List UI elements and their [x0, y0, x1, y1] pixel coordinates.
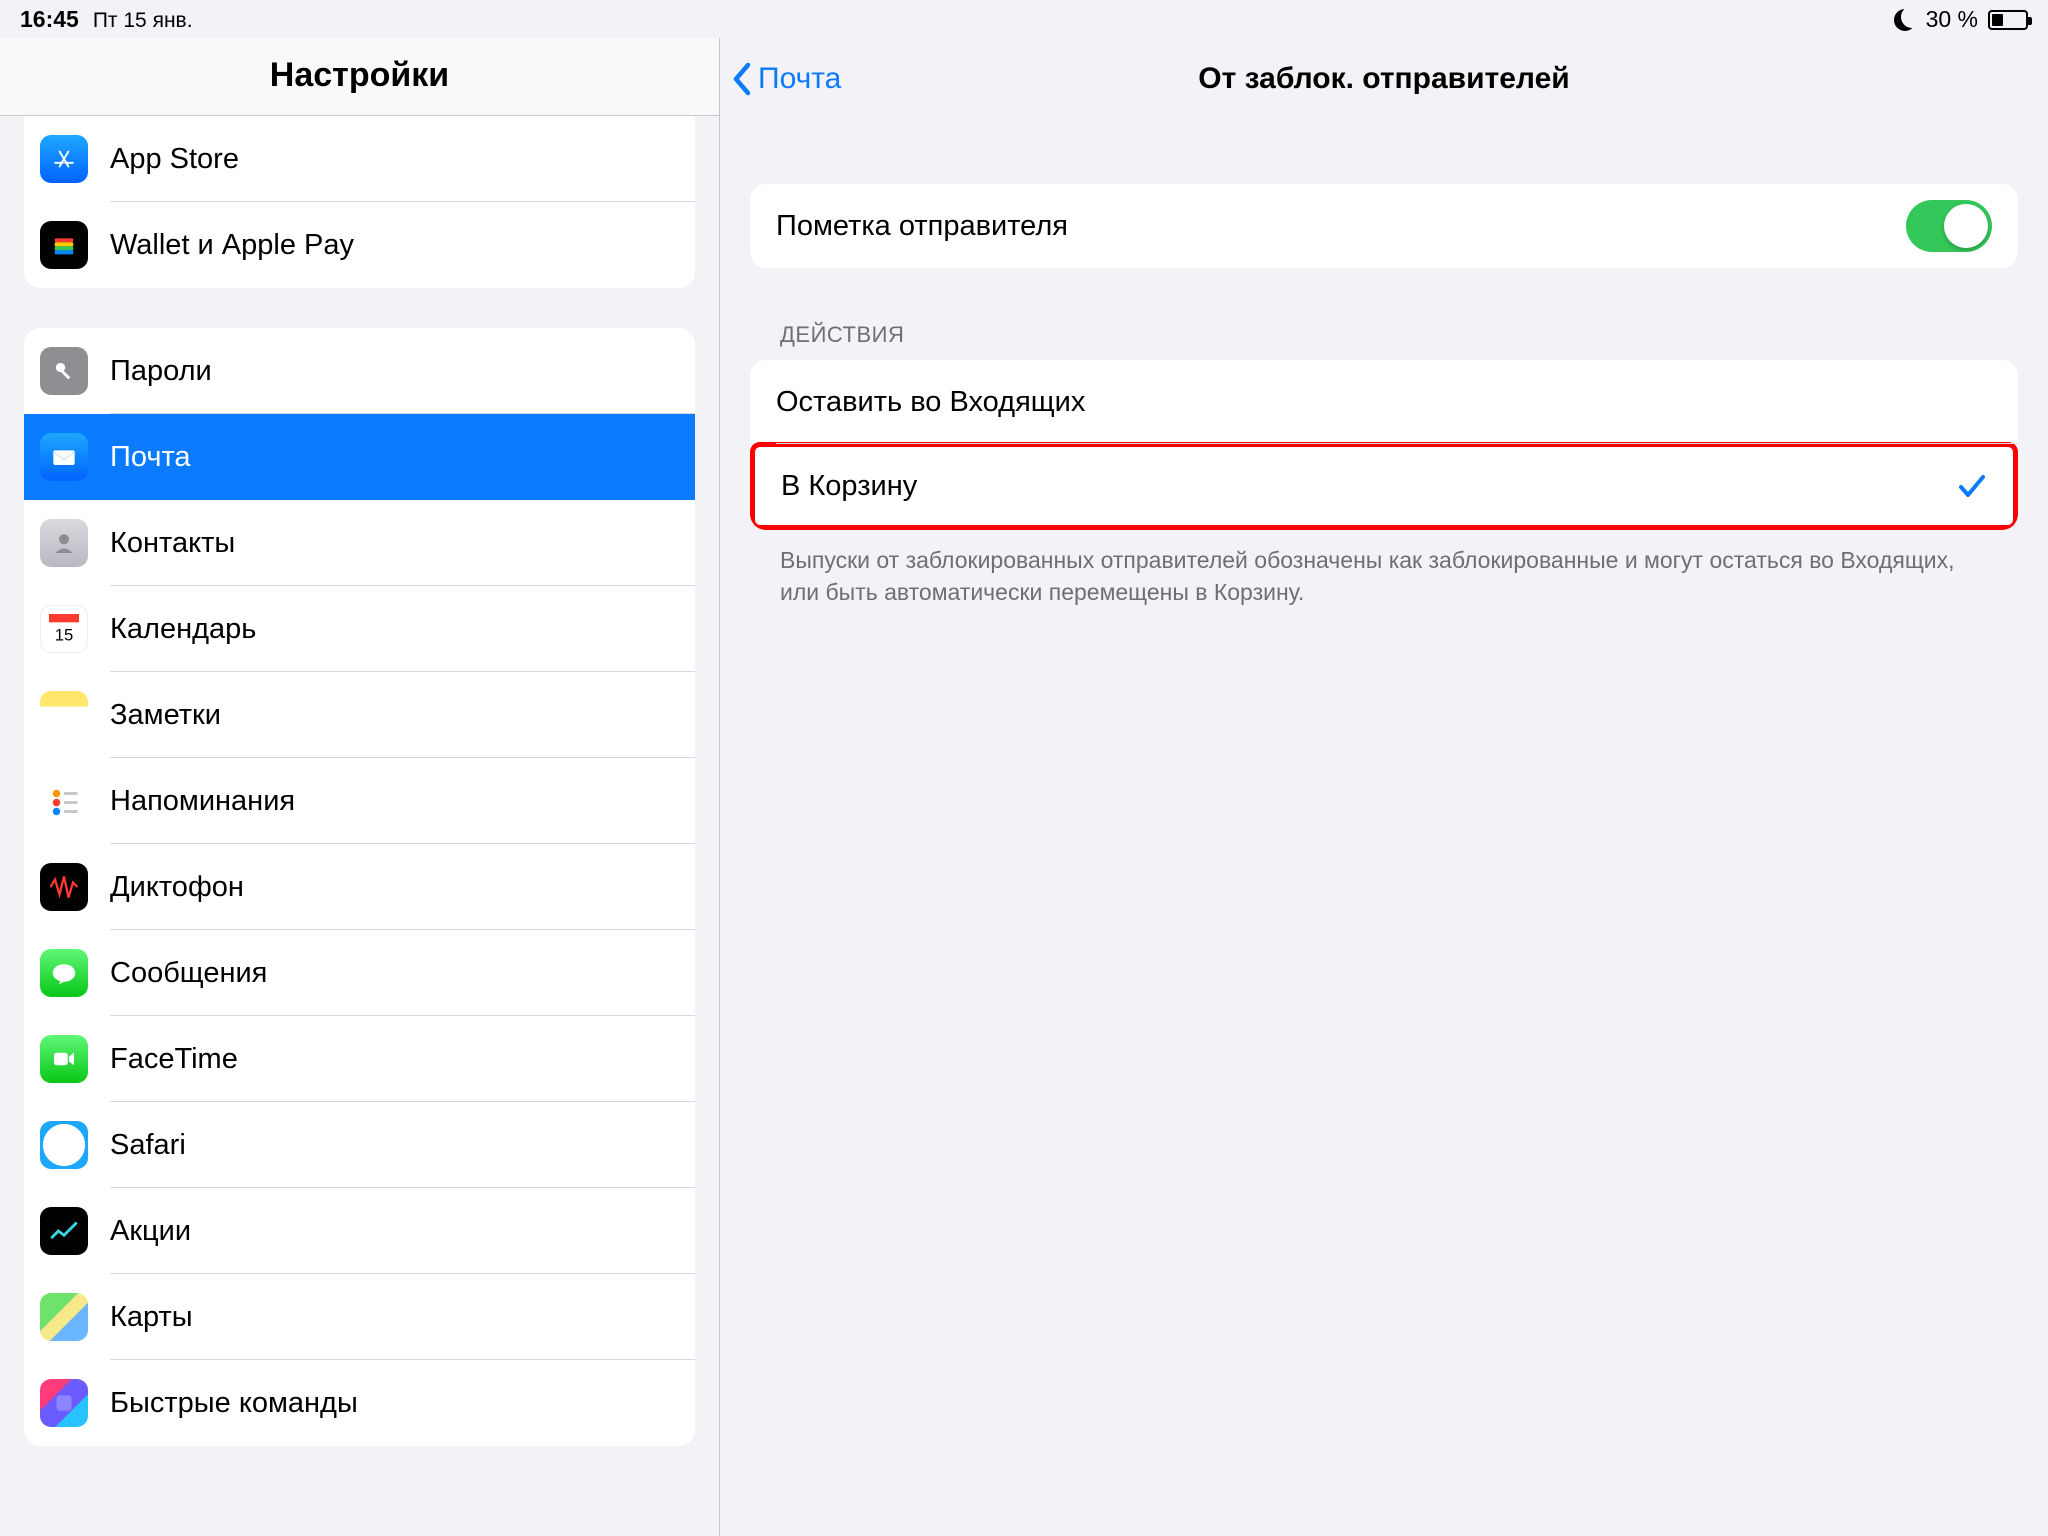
- battery-percent: 30 %: [1926, 6, 1978, 33]
- detail-header: Почта От заблок. отправителей: [720, 38, 2048, 120]
- key-icon: [40, 347, 88, 395]
- back-button[interactable]: Почта: [730, 61, 841, 97]
- sidebar-group-apps: Пароли Почта Контакты: [24, 328, 695, 1446]
- sidebar-item-label: FaceTime: [110, 1043, 238, 1076]
- sidebar-item-label: Диктофон: [110, 871, 244, 904]
- messages-icon: [40, 949, 88, 997]
- battery-icon: [1988, 10, 2028, 30]
- sidebar-item-label: Быстрые команды: [110, 1387, 358, 1420]
- sidebar-item-label: Safari: [110, 1129, 186, 1162]
- sidebar: Настройки App Store Wallet и App: [0, 38, 720, 1536]
- sidebar-item-mail[interactable]: Почта: [24, 414, 695, 500]
- sidebar-item-label: Сообщения: [110, 957, 267, 990]
- row-move-to-trash[interactable]: В Корзину: [755, 447, 2013, 525]
- sidebar-item-label: Wallet и Apple Pay: [110, 229, 354, 262]
- sidebar-title: Настройки: [0, 38, 719, 116]
- safari-icon: [40, 1121, 88, 1169]
- row-label: Оставить во Входящих: [776, 386, 1085, 419]
- sidebar-item-label: Календарь: [110, 613, 256, 646]
- sidebar-item-shortcuts[interactable]: Быстрые команды: [24, 1360, 695, 1446]
- row-label: Пометка отправителя: [776, 210, 1068, 243]
- sidebar-item-contacts[interactable]: Контакты: [24, 500, 695, 586]
- wallet-icon: [40, 221, 88, 269]
- sidebar-item-label: Карты: [110, 1301, 193, 1334]
- sidebar-item-label: Акции: [110, 1215, 191, 1248]
- status-bar: 16:45 Пт 15 янв. 30 %: [0, 0, 2048, 38]
- sidebar-item-notes[interactable]: Заметки: [24, 672, 695, 758]
- notes-icon: [40, 691, 88, 739]
- detail-pane: Почта От заблок. отправителей Пометка от…: [720, 38, 2048, 1536]
- sidebar-item-reminders[interactable]: Напоминания: [24, 758, 695, 844]
- sidebar-item-safari[interactable]: Safari: [24, 1102, 695, 1188]
- sidebar-item-messages[interactable]: Сообщения: [24, 930, 695, 1016]
- sidebar-item-label: Заметки: [110, 699, 221, 732]
- sidebar-item-label: Напоминания: [110, 785, 295, 818]
- section-header-actions: ДЕЙСТВИЯ: [750, 268, 2018, 360]
- row-mark-sender[interactable]: Пометка отправителя: [750, 184, 2018, 268]
- sidebar-item-passwords[interactable]: Пароли: [24, 328, 695, 414]
- mail-icon: [40, 433, 88, 481]
- chevron-left-icon: [730, 61, 752, 97]
- highlight-trash-option: В Корзину: [750, 442, 2018, 530]
- group-actions: Оставить во Входящих В Корзину: [750, 360, 2018, 530]
- sidebar-item-label: Контакты: [110, 527, 235, 560]
- sidebar-item-voice-memos[interactable]: Диктофон: [24, 844, 695, 930]
- row-label: В Корзину: [781, 470, 917, 503]
- sidebar-item-appstore[interactable]: App Store: [24, 116, 695, 202]
- sidebar-item-calendar[interactable]: 15 Календарь: [24, 586, 695, 672]
- calendar-icon: 15: [40, 605, 88, 653]
- sidebar-item-stocks[interactable]: Акции: [24, 1188, 695, 1274]
- stocks-icon: [40, 1207, 88, 1255]
- contacts-icon: [40, 519, 88, 567]
- sidebar-item-label: Пароли: [110, 355, 212, 388]
- section-footer-actions: Выпуски от заблокированных отправителей …: [750, 530, 2018, 608]
- checkmark-icon: [1957, 471, 1987, 501]
- sidebar-item-facetime[interactable]: FaceTime: [24, 1016, 695, 1102]
- do-not-disturb-icon: [1894, 9, 1916, 31]
- sidebar-item-wallet[interactable]: Wallet и Apple Pay: [24, 202, 695, 288]
- sidebar-item-maps[interactable]: Карты: [24, 1274, 695, 1360]
- status-date: Пт 15 янв.: [93, 9, 193, 33]
- sidebar-group-store: App Store Wallet и Apple Pay: [24, 116, 695, 288]
- maps-icon: [40, 1293, 88, 1341]
- toggle-mark-sender[interactable]: [1906, 200, 1992, 252]
- sidebar-item-label: App Store: [110, 143, 239, 176]
- reminders-icon: [40, 777, 88, 825]
- detail-title: От заблок. отправителей: [1198, 62, 1569, 96]
- status-time: 16:45: [20, 6, 79, 33]
- voice-memos-icon: [40, 863, 88, 911]
- svg-text:15: 15: [55, 626, 74, 645]
- group-mark-sender: Пометка отправителя: [750, 184, 2018, 268]
- back-label: Почта: [758, 62, 841, 96]
- facetime-icon: [40, 1035, 88, 1083]
- row-leave-inbox[interactable]: Оставить во Входящих: [750, 360, 2018, 444]
- shortcuts-icon: [40, 1379, 88, 1427]
- sidebar-item-label: Почта: [110, 441, 191, 474]
- appstore-icon: [40, 135, 88, 183]
